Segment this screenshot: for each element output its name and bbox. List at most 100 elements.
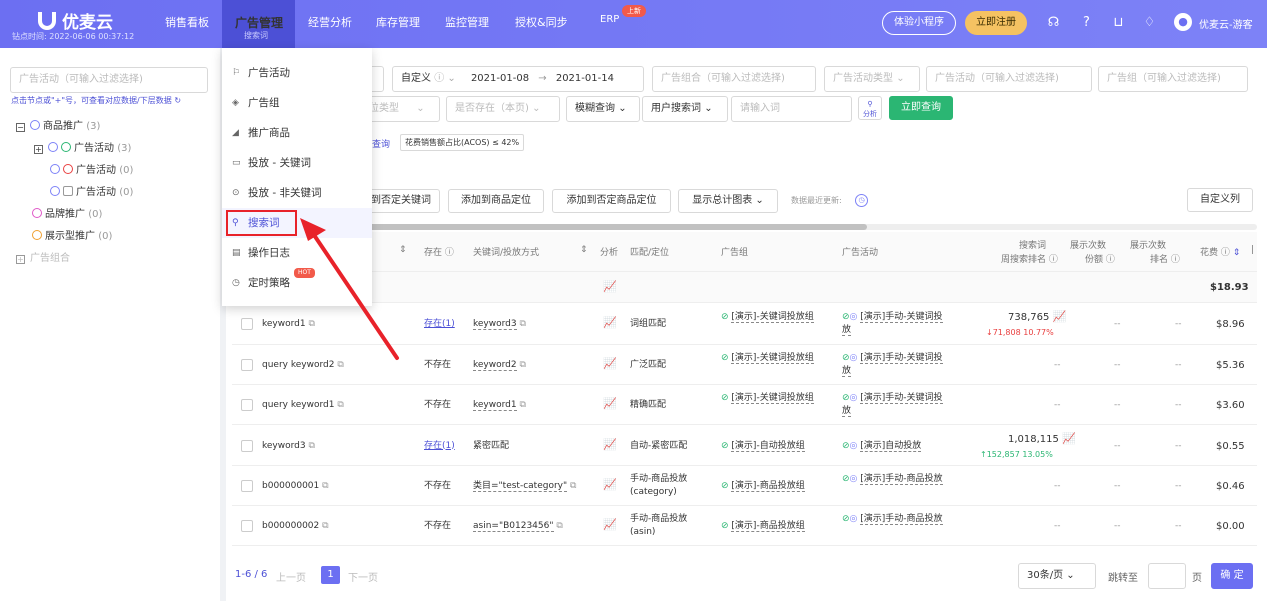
col-rank-sub[interactable]: 周搜索排名 ⓘ	[1001, 252, 1058, 265]
targeting-type-select[interactable]: 位类型 ⌄	[360, 96, 440, 122]
adgroup-link[interactable]: ⊘ [演示]-商品投放组	[721, 480, 826, 493]
tree-node-campaign[interactable]: 广告活动 (0)	[50, 161, 133, 176]
campaign-type-select[interactable]: 广告活动类型 ⌄	[824, 66, 920, 92]
row-checkbox[interactable]	[241, 439, 253, 452]
menu-item-keyword-targeting[interactable]: ▭ 投放 - 关键词	[222, 148, 372, 178]
search-term[interactable]: query keyword1 ⧉	[262, 399, 344, 412]
trend-icon[interactable]: 📈	[603, 397, 617, 410]
col-impression-rank[interactable]: 排名 ⓘ	[1150, 252, 1180, 265]
trend-icon[interactable]: 📈	[603, 357, 617, 370]
menu-item-scheduled-strategy[interactable]: ◷ 定时策略 HOT	[222, 268, 372, 298]
nav-sales-board[interactable]: 销售看板	[165, 14, 209, 30]
adgroup-link[interactable]: ⊘ [演示]-商品投放组	[721, 520, 826, 533]
menu-item-promoted-products[interactable]: ◢ 推广商品	[222, 118, 372, 148]
refresh-icon[interactable]: ↻	[174, 96, 181, 105]
trend-icon[interactable]: 📈	[603, 518, 617, 531]
exists-status[interactable]: 存在(1)	[424, 440, 455, 453]
external-link-icon[interactable]: ⧉	[308, 319, 314, 329]
col-exists[interactable]: 存在 ⓘ	[424, 245, 454, 258]
match-mode-select[interactable]: 模糊查询 ⌄	[566, 96, 640, 122]
analyze-button[interactable]: ⚲ 分析	[858, 96, 882, 120]
goto-confirm-button[interactable]: 确 定	[1211, 563, 1253, 589]
trend-icon[interactable]: 📈	[603, 316, 617, 329]
bell-icon[interactable]: ♢	[1141, 14, 1158, 31]
support-icon[interactable]: ☊	[1045, 14, 1062, 31]
external-link-icon[interactable]: ⧉	[519, 360, 525, 370]
external-link-icon[interactable]: ⧉	[337, 360, 343, 370]
add-negative-product-target-button[interactable]: 添加到否定商品定位	[552, 189, 671, 213]
campaign-filter-input[interactable]: 广告活动（可输入过滤选择)	[10, 67, 208, 93]
table-row[interactable]	[232, 345, 1257, 385]
user-name[interactable]: 优麦云-游客	[1199, 16, 1253, 31]
campaign-link[interactable]: ⊘◎ [演示]手动-关键词投放	[842, 311, 948, 337]
next-page-button[interactable]: 下一页	[348, 569, 378, 584]
prev-page-button[interactable]: 上一页	[276, 569, 306, 584]
menu-item-operation-log[interactable]: ▤ 操作日志	[222, 238, 372, 268]
trend-icon[interactable]: 📈	[1062, 432, 1076, 445]
col-spend[interactable]: 花费 ⓘ ⇕	[1200, 245, 1240, 258]
page-1-button[interactable]: 1	[321, 566, 340, 584]
row-checkbox[interactable]	[241, 318, 253, 330]
saved-query-link[interactable]: 查询	[372, 137, 390, 150]
nav-ad-management[interactable]: 广告管理 搜索词	[222, 0, 295, 48]
adgroup-link[interactable]: ⊘ [演示]-关键词投放组	[721, 352, 826, 365]
tree-node-campaign[interactable]: + 广告活动 (3)	[34, 139, 131, 154]
external-link-icon[interactable]: ⧉	[519, 400, 525, 410]
tree-node-campaign[interactable]: 广告活动 (0)	[50, 183, 133, 198]
row-checkbox[interactable]	[241, 520, 253, 532]
app-logo[interactable]: 优麦云	[38, 8, 113, 33]
campaign-link[interactable]: ⊘◎ [演示]手动-关键词投放	[842, 392, 948, 418]
collapse-icon[interactable]: −	[16, 123, 25, 132]
tree-node-sp[interactable]: − 商品推广 (3)	[16, 117, 100, 132]
try-miniapp-button[interactable]: 体验小程序	[882, 11, 956, 35]
trend-icon[interactable]: 📈	[603, 478, 617, 491]
goto-page-input[interactable]	[1148, 563, 1186, 589]
external-link-icon[interactable]: ⧉	[322, 481, 328, 491]
sort-icon[interactable]: ⇕	[580, 245, 588, 255]
trend-icon[interactable]: 📈	[1053, 310, 1067, 323]
keyword-targeting[interactable]: 紧密匹配	[473, 440, 509, 453]
search-field-select[interactable]: 用户搜索词 ⌄	[642, 96, 728, 122]
col-impression-share[interactable]: 份额 ⓘ	[1085, 252, 1115, 265]
menu-item-non-keyword-targeting[interactable]: ⊙ 投放 - 非关键词	[222, 178, 372, 208]
campaign-link[interactable]: ⊘◎ [演示]自动投放	[842, 440, 948, 453]
trend-icon[interactable]: 📈	[603, 280, 617, 293]
tree-node-portfolio[interactable]: + 广告组合	[16, 249, 70, 264]
tree-node-sd[interactable]: 展示型推广 (0)	[32, 227, 112, 242]
search-term[interactable]: keyword3 ⧉	[262, 440, 315, 453]
external-link-icon[interactable]: ⧉	[337, 400, 343, 410]
table-row[interactable]	[232, 303, 1257, 345]
expand-icon[interactable]: +	[34, 145, 43, 154]
adgroup-link[interactable]: ⊘ [演示]-关键词投放组	[721, 311, 826, 324]
table-row[interactable]	[232, 385, 1257, 425]
nav-monitoring[interactable]: 监控管理	[445, 14, 489, 30]
search-input[interactable]: 请输入词	[731, 96, 852, 122]
nav-business-analysis[interactable]: 经营分析	[308, 14, 352, 30]
exists-select[interactable]: 是否存在（本页) ⌄	[446, 96, 560, 122]
add-product-target-button[interactable]: 添加到商品定位	[448, 189, 544, 213]
row-checkbox[interactable]	[241, 359, 253, 371]
keyword-targeting[interactable]: keyword1 ⧉	[473, 399, 526, 412]
external-link-icon[interactable]: ⧉	[308, 441, 314, 451]
keyword-targeting[interactable]: keyword2 ⧉	[473, 359, 526, 372]
nav-auth-sync[interactable]: 授权&同步	[515, 14, 568, 30]
page-size-select[interactable]: 30条/页 ⌄	[1018, 563, 1096, 589]
adgroup-filter[interactable]: 广告组（可输入过滤选择)	[1098, 66, 1248, 92]
exists-status[interactable]: 存在(1)	[424, 318, 455, 331]
query-button[interactable]: 立即查询	[889, 96, 953, 120]
tree-node-sb[interactable]: 品牌推广 (0)	[32, 205, 102, 220]
register-button[interactable]: 立即注册	[965, 11, 1027, 35]
keyword-targeting[interactable]: asin="B0123456" ⧉	[473, 520, 563, 533]
acos-filter-tag[interactable]: 花费销售额占比(ACOS) ≤ 42%	[400, 134, 525, 151]
search-term[interactable]: b000000001 ⧉	[262, 480, 329, 493]
nav-erp[interactable]: ERP	[600, 14, 619, 25]
clock-icon[interactable]: ◷	[855, 194, 868, 207]
campaign-link[interactable]: ⊘◎ [演示]手动-商品投放	[842, 513, 948, 526]
adgroup-link[interactable]: ⊘ [演示]-关键词投放组	[721, 392, 826, 405]
nav-inventory[interactable]: 库存管理	[376, 14, 420, 30]
campaign-link[interactable]: ⊘◎ [演示]手动-关键词投放	[842, 352, 948, 378]
avatar[interactable]: ●	[1174, 13, 1192, 31]
search-term[interactable]: query keyword2 ⧉	[262, 359, 344, 372]
menu-item-adgroup[interactable]: ◈ 广告组	[222, 88, 372, 118]
trend-icon[interactable]: 📈	[603, 438, 617, 451]
